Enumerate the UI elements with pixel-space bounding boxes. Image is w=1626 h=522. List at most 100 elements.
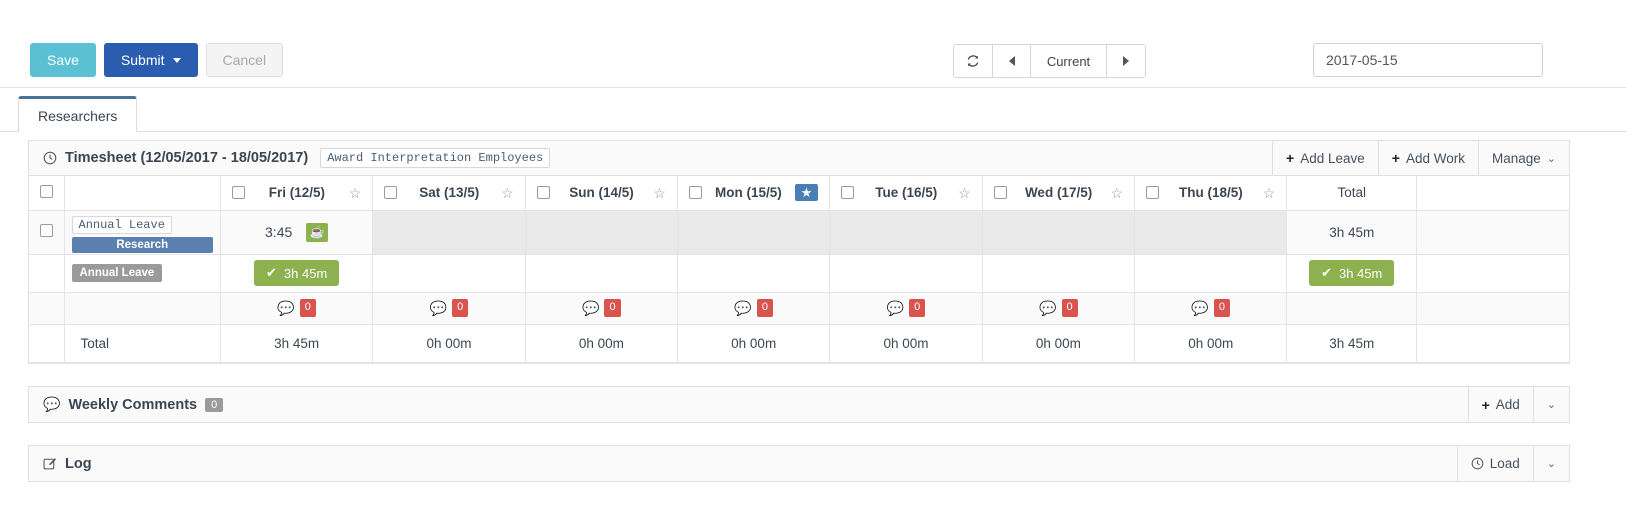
table-row-leave: Annual Leave ✔ 3h 45m ✔ 3h 45m (29, 254, 1569, 293)
load-log-button[interactable]: Load (1456, 446, 1533, 481)
next-week-button[interactable] (1107, 45, 1145, 77)
comment-cell-thu[interactable]: 💬 0 (1134, 292, 1288, 325)
leave-cell-mon[interactable] (677, 254, 831, 293)
total-wed: 0h 00m (982, 324, 1136, 363)
add-leave-button[interactable]: + Add Leave (1272, 140, 1378, 176)
add-comment-button[interactable]: + Add (1467, 387, 1533, 422)
star-icon-mon-active[interactable]: ★ (794, 184, 819, 202)
comment-cell-sun[interactable]: 💬 0 (525, 292, 679, 325)
check-icon: ✔ (266, 265, 277, 280)
weekly-comments-count: 0 (205, 397, 224, 412)
tab-researchers[interactable]: Researchers (18, 96, 138, 132)
submit-button[interactable]: Submit (103, 43, 198, 77)
day-label-tue: Tue (16/5) (875, 185, 938, 201)
comments-tail-cell (1416, 292, 1569, 325)
day-checkbox-sun[interactable] (536, 186, 550, 200)
date-input[interactable]: 2017-05-15 (1313, 43, 1543, 77)
primary-actions: Save Submit Cancel (30, 43, 284, 77)
add-work-button[interactable]: + Add Work (1377, 140, 1478, 176)
select-all-checkbox[interactable] (39, 184, 53, 198)
leave-cell-sun[interactable] (525, 254, 679, 293)
comment-cell-wed[interactable]: 💬 0 (982, 292, 1136, 325)
leave-cell-wed[interactable] (982, 254, 1136, 293)
day-checkbox-mon[interactable] (689, 186, 702, 200)
day-header-thu: Thu (18/5) ☆ (1134, 176, 1288, 211)
clock-icon (1471, 457, 1484, 470)
comments-label-cell (64, 292, 221, 325)
comment-icon: 💬 (277, 299, 295, 316)
chevron-down-icon: ⌄ (1546, 458, 1556, 470)
refresh-button[interactable] (954, 45, 993, 77)
day-header-mon: Mon (15/5) ★ (677, 176, 831, 211)
weekly-comments-header: 💬 Weekly Comments 0 + Add ⌄ (29, 387, 1569, 422)
cancel-button[interactable]: Cancel (205, 43, 284, 77)
log-panel: Log Load ⌄ (28, 445, 1570, 482)
star-icon-fri[interactable]: ☆ (349, 186, 362, 200)
save-button[interactable]: Save (30, 43, 96, 77)
comment-icon: 💬 (429, 299, 448, 316)
total-thu: 0h 00m (1134, 324, 1288, 363)
day-label-mon: Mon (15/5) (714, 185, 782, 201)
add-work-label: Add Work (1405, 150, 1465, 166)
award-badge: Award Interpretation Employees (320, 148, 551, 168)
log-collapse-toggle[interactable]: ⌄ (1532, 446, 1569, 481)
leave-select-cell (29, 254, 65, 293)
entry-cell-thu[interactable] (1134, 210, 1288, 255)
star-icon-tue[interactable]: ☆ (958, 186, 971, 200)
entry-row-total: 3h 45m (1286, 210, 1418, 255)
load-log-label: Load (1489, 456, 1520, 471)
grand-total: 3h 45m (1286, 324, 1418, 363)
entry-hours-fri: 3:45 (265, 224, 293, 240)
day-checkbox-fri[interactable] (231, 186, 245, 200)
total-sun: 0h 00m (525, 324, 679, 363)
log-title-group: Log (29, 456, 1457, 472)
chevron-down-icon (172, 57, 181, 63)
select-all-cell (29, 176, 65, 211)
comment-count-fri: 0 (299, 299, 316, 317)
star-icon-thu[interactable]: ☆ (1263, 186, 1276, 200)
day-checkbox-tue[interactable] (841, 186, 855, 200)
entry-cell-wed[interactable] (982, 210, 1136, 255)
comment-cell-fri[interactable]: 💬 0 (220, 292, 374, 325)
leave-hours-fri: 3h 45m (283, 265, 328, 281)
manage-dropdown-button[interactable]: Manage ⌄ (1477, 140, 1569, 176)
log-header: Log Load ⌄ (29, 446, 1569, 481)
chevron-down-icon: ⌄ (1546, 399, 1556, 411)
week-navigation: Current (953, 44, 1146, 78)
entry-tail-cell (1416, 210, 1569, 255)
comments-select-cell (29, 292, 65, 325)
entry-cell-sun[interactable] (525, 210, 679, 255)
weekly-comments-collapse-toggle[interactable]: ⌄ (1532, 387, 1569, 422)
star-icon-sat[interactable]: ☆ (501, 186, 514, 200)
comment-icon: 💬 (43, 396, 61, 412)
current-week-button[interactable]: Current (1031, 45, 1107, 77)
comment-icon: 💬 (582, 299, 600, 316)
leave-cell-fri[interactable]: ✔ 3h 45m (220, 254, 374, 293)
previous-week-button[interactable] (993, 45, 1031, 77)
comment-icon: 💬 (1039, 299, 1057, 316)
star-icon-sun[interactable]: ☆ (653, 186, 666, 200)
totals-select-cell (29, 324, 65, 363)
entry-row-checkbox[interactable] (39, 224, 53, 237)
entry-cell-tue[interactable] (829, 210, 983, 255)
leave-cell-thu[interactable] (1134, 254, 1288, 293)
leave-cell-tue[interactable] (829, 254, 983, 293)
day-checkbox-thu[interactable] (1146, 186, 1160, 200)
comment-cell-sat[interactable]: 💬 0 (372, 292, 526, 325)
star-icon-wed[interactable]: ☆ (1110, 186, 1123, 200)
day-checkbox-wed[interactable] (993, 186, 1007, 200)
weekly-comments-panel: 💬 Weekly Comments 0 + Add ⌄ (28, 386, 1570, 423)
manage-label: Manage (1491, 150, 1541, 166)
day-label-wed: Wed (17/5) (1024, 185, 1093, 201)
entry-cell-sat[interactable] (372, 210, 526, 255)
day-checkbox-sat[interactable] (384, 186, 398, 200)
timesheet-header-actions: + Add Leave + Add Work Manage ⌄ (1272, 140, 1569, 176)
comment-cell-mon[interactable]: 💬 0 (677, 292, 831, 325)
leave-cell-sat[interactable] (372, 254, 526, 293)
comment-count-sat: 0 (452, 299, 469, 317)
entry-task-tag: Annual Leave (71, 215, 172, 234)
entry-cell-mon[interactable] (677, 210, 831, 255)
entry-cell-fri[interactable]: 3:45 ☕ (220, 210, 374, 255)
table-row-comments: 💬 0 💬 0 💬 0 💬 0 💬 0 💬 0 💬 0 (29, 292, 1569, 325)
comment-cell-tue[interactable]: 💬 0 (829, 292, 983, 325)
